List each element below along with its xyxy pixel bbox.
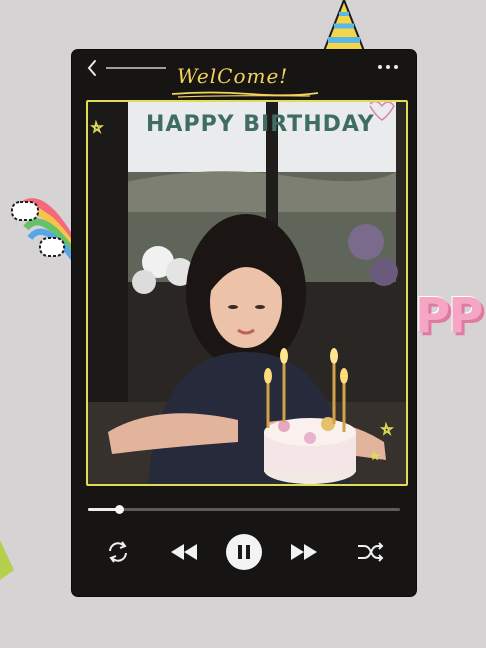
repeat-icon: [109, 541, 127, 563]
next-button[interactable]: [286, 532, 322, 572]
previous-button[interactable]: [166, 532, 202, 572]
green-shape-decoration: [0, 540, 14, 580]
shuffle-button[interactable]: [352, 532, 388, 572]
pause-circle: [226, 534, 262, 570]
shuffle-icon: [358, 542, 384, 562]
birthday-photo: [88, 102, 406, 484]
progress-bar[interactable]: [88, 505, 400, 514]
previous-icon: [171, 544, 197, 560]
party-hat-decoration: [320, 0, 368, 56]
music-player-card: WelCome! HAPPY BIRTHDAY: [72, 50, 416, 596]
birthday-banner: HAPPY BIRTHDAY: [146, 112, 375, 137]
top-bar: WelCome!: [72, 50, 416, 98]
photo-frame: HAPPY BIRTHDAY: [86, 100, 408, 486]
chevron-left-icon[interactable]: [84, 58, 100, 78]
next-icon: [291, 544, 317, 560]
side-letters-decoration: PP: [415, 288, 483, 344]
repeat-button[interactable]: [100, 532, 136, 572]
more-dots-icon[interactable]: [376, 60, 400, 74]
pause-button[interactable]: [224, 532, 264, 572]
playback-controls: [72, 532, 416, 572]
welcome-title: WelCome!: [177, 64, 289, 88]
rainbow-cloud-decoration: [11, 198, 79, 264]
welcome-underline: [171, 91, 319, 98]
pause-icon: [238, 545, 250, 559]
top-line-left: [106, 67, 166, 69]
progress-knob[interactable]: [115, 505, 125, 514]
